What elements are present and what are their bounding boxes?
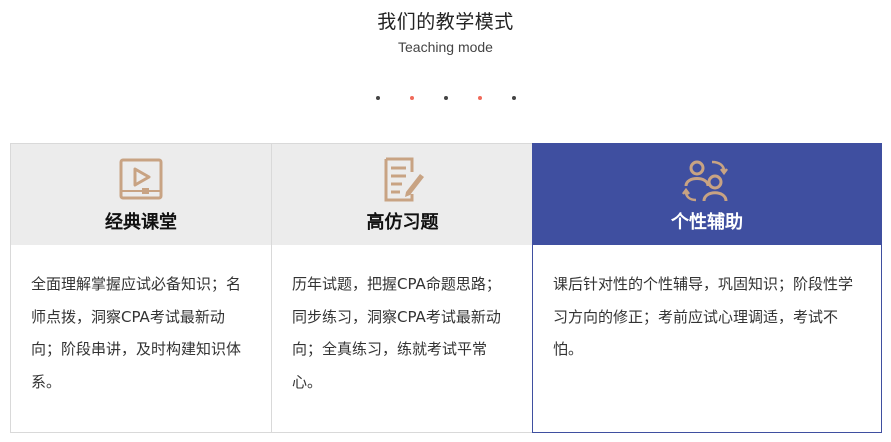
section-subtitle: Teaching mode (398, 39, 493, 55)
video-play-icon (116, 156, 166, 204)
card-header: 经典课堂 (11, 144, 271, 245)
card-description: 全面理解掌握应试必备知识；名师点拨，洞察CPA考试最新动向；阶段串讲，及时构建知… (31, 275, 242, 391)
card-title: 个性辅助 (671, 212, 743, 233)
dot (410, 96, 414, 100)
card-header: 高仿习题 (272, 144, 533, 245)
card-description: 课后针对性的个性辅导，巩固知识；阶段性学习方向的修正；考前应试心理调适，考试不怕… (553, 275, 854, 358)
document-pen-icon (378, 156, 428, 204)
dot (478, 96, 482, 100)
card-classic-classroom[interactable]: 经典课堂 全面理解掌握应试必备知识；名师点拨，洞察CPA考试最新动向；阶段串讲，… (10, 143, 272, 433)
card-description: 历年试题，把握CPA命题思路；同步练习，洞察CPA考试最新动向；全真练习，练就考… (292, 275, 501, 391)
card-list: 经典课堂 全面理解掌握应试必备知识；名师点拨，洞察CPA考试最新动向；阶段串讲，… (10, 143, 882, 433)
decorative-dots (0, 96, 891, 102)
dot (512, 96, 516, 100)
users-exchange-icon (682, 156, 732, 204)
dot (444, 96, 448, 100)
dot (376, 96, 380, 100)
card-header: 个性辅助 (533, 144, 881, 245)
card-title: 经典课堂 (105, 212, 177, 233)
card-title: 高仿习题 (366, 212, 439, 233)
teaching-mode-section: 我们的教学模式 Teaching mode 经典课堂 全面理解掌握应试必备知识；… (0, 0, 891, 442)
card-personal-tutoring[interactable]: 个性辅助 课后针对性的个性辅导，巩固知识；阶段性学习方向的修正；考前应试心理调适… (532, 143, 882, 433)
section-title: 我们的教学模式 (377, 11, 514, 33)
card-simulated-exercises[interactable]: 高仿习题 历年试题，把握CPA命题思路；同步练习，洞察CPA考试最新动向；全真练… (271, 143, 534, 433)
